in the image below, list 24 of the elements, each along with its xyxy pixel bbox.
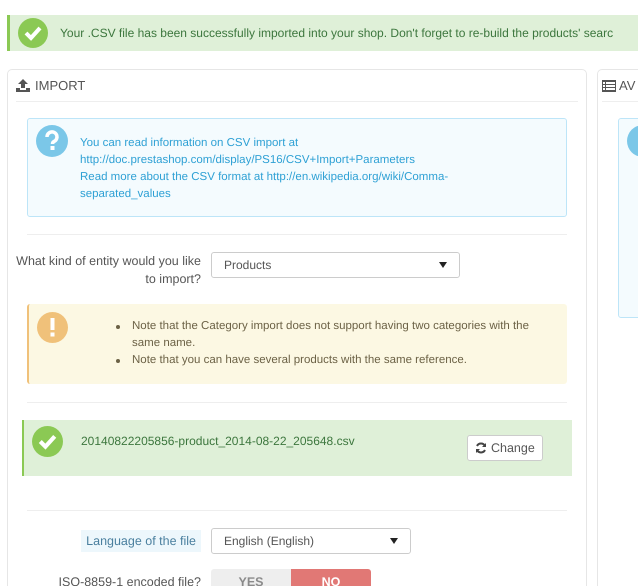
entity-select[interactable]: Products bbox=[211, 252, 460, 278]
panel-title: IMPORT bbox=[35, 76, 86, 95]
field-label: What kind of entity would you like to import? bbox=[15, 253, 201, 288]
file-name: 20140822205856-product_2014-08-22_205648.csv bbox=[81, 433, 356, 450]
check-icon bbox=[32, 426, 63, 457]
panel-title: AV bbox=[619, 76, 636, 95]
bullet-icon bbox=[116, 359, 120, 363]
upload-icon bbox=[16, 79, 30, 92]
refresh-icon bbox=[475, 442, 487, 454]
field-label: Language of the file bbox=[81, 530, 201, 552]
list-icon bbox=[602, 80, 616, 92]
warning-text: Note that the Category import does not support having two categories with the same name. bbox=[132, 319, 530, 351]
info-text: You can read information on CSV import at http://doc.prestashop.com/display/PS16/CSV+Import+Parameters Read more about the CSV format at http://en.wikipedia.org/wiki/Comma-separated_values bbox=[80, 136, 450, 202]
check-icon bbox=[18, 18, 48, 48]
caret-icon bbox=[390, 538, 398, 544]
exclamation-icon bbox=[37, 312, 68, 343]
caret-icon bbox=[439, 262, 447, 268]
question-icon bbox=[36, 125, 68, 157]
warning-text: Note that you can have several products with the same reference. bbox=[132, 353, 467, 368]
change-button[interactable]: Change bbox=[467, 435, 543, 461]
bullet-icon bbox=[116, 325, 120, 329]
field-label: ISO-8859-1 encoded file? bbox=[58, 574, 201, 586]
language-select[interactable]: English (English) bbox=[211, 528, 411, 554]
alert-message: Your .CSV file has been successfully imported into your shop. Don't forget to re-build the products' searc bbox=[60, 25, 614, 42]
